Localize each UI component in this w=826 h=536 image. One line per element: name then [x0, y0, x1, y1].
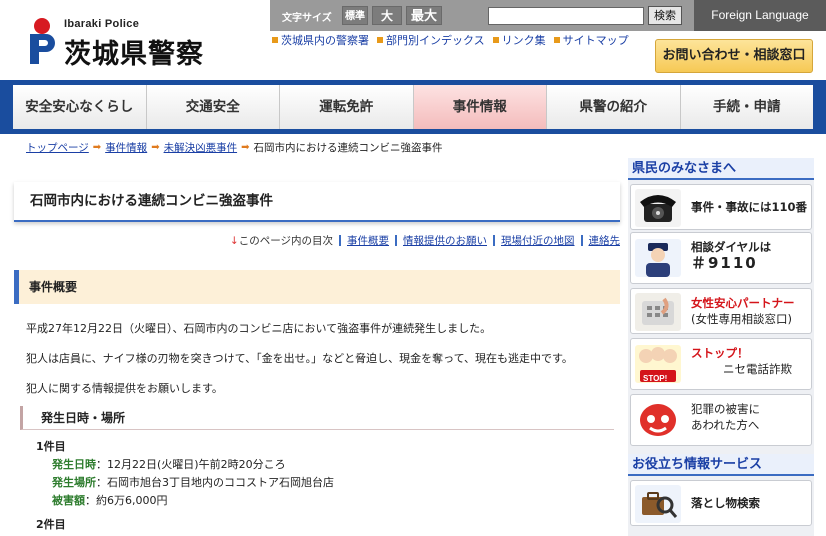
breadcrumb-current: 石岡市内における連続コンビニ強盗事件: [253, 142, 443, 154]
nav-item-about[interactable]: 県警の紹介: [547, 85, 681, 129]
nav-item-procedures[interactable]: 手続・申請: [680, 85, 813, 129]
case-1-damage: 被害額：約6万6,000円: [52, 494, 168, 507]
sidebar-card-women-partner[interactable]: 女性安心パートナー (女性専用相談窓口): [630, 288, 812, 334]
sidebar-card-stop-fraud-text: ストップ！ ニセ電話詐欺: [691, 346, 792, 376]
sidebar-card-9110-text: 相談ダイヤルは ＃9110: [691, 240, 772, 272]
square-bullet-icon: [377, 37, 383, 43]
search-button[interactable]: 検索: [648, 6, 682, 25]
sidebar-card-lost-items-label: 落とし物検索: [691, 496, 760, 510]
search-input[interactable]: [488, 7, 644, 25]
toc-label: ↓このページ内の目次: [229, 235, 333, 247]
logo-subtitle: Ibaraki Police: [64, 18, 140, 30]
case-1-heading: 1件目: [36, 440, 66, 453]
font-size-label: 文字サイズ: [282, 13, 332, 24]
toc-link-map[interactable]: 現場付近の地図: [501, 233, 575, 248]
square-bullet-icon: [553, 37, 560, 43]
arrow-down-icon: ↓: [229, 235, 239, 247]
sidebar: 県民のみなさまへ 事件・事故には110番 相談ダイヤルは ＃9110 女性安心パ…: [628, 158, 814, 536]
breadcrumb-incidents[interactable]: 事件情報: [105, 140, 147, 155]
sidebar-card-crime-victims[interactable]: 犯罪の被害に あわれた方へ: [630, 394, 812, 446]
case-1-place: 発生場所：石岡市旭台3丁目地内のココストア石岡旭台店: [52, 476, 334, 489]
logo-title: 茨城県警察: [64, 39, 204, 70]
sidebar-card-stop-fraud[interactable]: STOP! ストップ！ ニセ電話詐欺: [630, 338, 812, 390]
lost-item-search-icon: [635, 485, 681, 523]
nav-item-safety[interactable]: 安全安心なくらし: [13, 85, 147, 129]
sublink-links[interactable]: リンク集: [492, 33, 546, 47]
phone-keypad-icon: [635, 293, 681, 331]
site-logo[interactable]: Ibaraki Police 茨城県警察: [28, 14, 248, 70]
telephone-icon: [635, 189, 681, 227]
site-header: Ibaraki Police 茨城県警察 文字サイズ 標準 大 最大 検索 Fo…: [0, 0, 826, 80]
global-nav: 安全安心なくらし 交通安全 運転免許 事件情報 県警の紹介 手続・申請: [0, 80, 826, 134]
nav-item-incidents[interactable]: 事件情報: [413, 85, 547, 129]
header-sublinks: 茨城県内の警察署 部門別インデックス リンク集 サイトマップ: [272, 33, 629, 47]
sidebar-heading-services: お役立ち情報サービス: [628, 454, 814, 476]
page-title: 石岡市内における連続コンビニ強盗事件: [14, 182, 620, 222]
toc-link-overview[interactable]: 事件概要: [347, 233, 389, 248]
sublink-police-stations[interactable]: 茨城県内の警察署: [272, 33, 369, 47]
sublink-sitemap[interactable]: サイトマップ: [553, 33, 629, 47]
foreign-language-button[interactable]: Foreign Language: [694, 0, 826, 31]
font-size-large-button[interactable]: 大: [372, 6, 402, 25]
sidebar-card-110[interactable]: 事件・事故には110番: [630, 184, 812, 230]
contact-button[interactable]: お問い合わせ・相談窓口: [655, 39, 813, 73]
sidebar-heading-citizens: 県民のみなさまへ: [628, 158, 814, 180]
breadcrumb-unsolved[interactable]: 未解決凶悪事件: [164, 140, 238, 155]
stop-badge: STOP!: [643, 374, 668, 383]
page-toc: ↓このページ内の目次 事件概要 情報提供のお願い 現場付近の地図 連絡先: [14, 233, 620, 248]
main-content: 石岡市内における連続コンビニ強盗事件 ↓このページ内の目次 事件概要 情報提供の…: [14, 170, 620, 536]
stop-fraud-icon: STOP!: [635, 345, 681, 383]
police-logo-icon: [28, 18, 56, 64]
arrow-right-icon: ➡: [92, 142, 102, 153]
victim-support-icon: [635, 401, 681, 439]
section-heading-datetime-place: 発生日時・場所: [20, 406, 614, 430]
nav-item-traffic[interactable]: 交通安全: [146, 85, 280, 129]
sidebar-card-women-partner-text: 女性安心パートナー (女性専用相談窓口): [691, 296, 795, 326]
police-officer-icon: [635, 239, 681, 277]
square-bullet-icon: [272, 37, 278, 43]
breadcrumb: トップページ ➡ 事件情報 ➡ 未解決凶悪事件 ➡ 石岡市内における連続コンビニ…: [26, 140, 442, 155]
toc-link-info-request[interactable]: 情報提供のお願い: [403, 233, 487, 248]
case-2-heading: 2件目: [36, 518, 66, 531]
square-bullet-icon: [492, 37, 499, 43]
font-size-max-button[interactable]: 最大: [406, 6, 442, 25]
breadcrumb-top[interactable]: トップページ: [26, 140, 89, 155]
sublink-department-index[interactable]: 部門別インデックス: [377, 33, 485, 47]
sidebar-card-crime-victims-text: 犯罪の被害に あわれた方へ: [691, 402, 760, 432]
case-1-datetime: 発生日時：12月22日(火曜日)午前2時20分ころ: [52, 458, 286, 471]
arrow-right-icon: ➡: [151, 142, 160, 153]
section-heading-overview: 事件概要: [14, 270, 620, 304]
overview-paragraph-1: 平成27年12月22日（火曜日）、石岡市内のコンビニ店において強盗事件が連続発生…: [26, 322, 492, 335]
sidebar-card-110-label: 事件・事故には110番: [691, 200, 808, 214]
sidebar-card-lost-items[interactable]: 落とし物検索: [630, 480, 812, 526]
overview-paragraph-2: 犯人は店員に、ナイフ様の刃物を突きつけて、「金を出せ。」などと脅迫し、現金を奪っ…: [26, 352, 573, 365]
font-size-standard-button[interactable]: 標準: [342, 6, 368, 25]
arrow-right-icon: ➡: [241, 142, 250, 153]
overview-paragraph-3: 犯人に関する情報提供をお願いします。: [26, 382, 223, 395]
toc-link-contact[interactable]: 連絡先: [589, 233, 621, 248]
nav-item-license[interactable]: 運転免許: [280, 85, 414, 129]
utility-bar: 文字サイズ 標準 大 最大 検索 Foreign Language: [270, 0, 826, 31]
sidebar-card-9110[interactable]: 相談ダイヤルは ＃9110: [630, 232, 812, 284]
